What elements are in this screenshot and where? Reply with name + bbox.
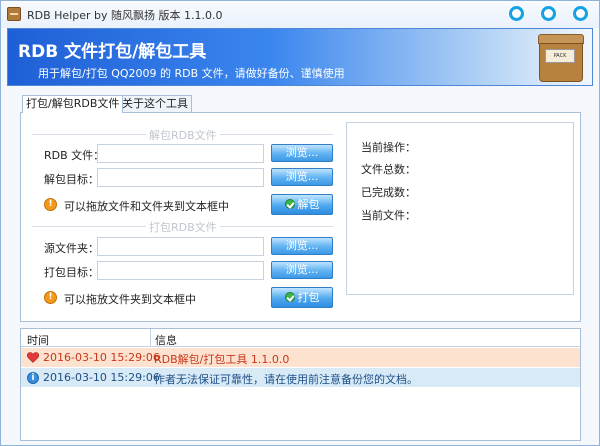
log-list[interactable]: 时间 信息 2016-03-10 15:29:06 RDB解包/打包工具 1.1… (20, 328, 581, 441)
close-button[interactable] (573, 6, 588, 21)
check-icon (284, 292, 295, 302)
log-row[interactable]: 2016-03-10 15:29:06 RDB解包/打包工具 1.1.0.0 (21, 348, 580, 367)
unpack-target-label: 解包目标： (44, 173, 99, 186)
browse-rdb-file-button[interactable]: 浏览... (271, 144, 333, 162)
source-folder-input[interactable] (97, 237, 264, 256)
header-banner: RDB 文件打包/解包工具 用于解包/打包 QQ2009 的 RDB 文件，请做… (7, 28, 593, 86)
check-icon (284, 199, 295, 209)
current-file-label: 当前文件： (361, 209, 416, 222)
log-message: 作者无法保证可靠性，请在使用前注意备份您的文档。 (154, 373, 418, 386)
total-files-label: 文件总数： (361, 163, 416, 176)
rdb-file-label: RDB 文件： (44, 149, 105, 162)
unpack-section-title: 解包RDB文件 (146, 127, 220, 143)
banner-subtitle: 用于解包/打包 QQ2009 的 RDB 文件，请做好备份、谨慎使用 (38, 67, 345, 80)
minimize-button[interactable] (509, 6, 524, 21)
maximize-button[interactable] (541, 6, 556, 21)
pack-target-input[interactable] (97, 261, 264, 280)
rdb-file-input[interactable] (97, 144, 264, 163)
source-folder-label: 源文件夹： (44, 242, 99, 255)
banner-title: RDB 文件打包/解包工具 (18, 42, 207, 62)
app-window: RDB Helper by 随风飘扬 版本 1.1.0.0 RDB 文件打包/解… (0, 0, 600, 446)
pack-hint-text: 可以拖放文件夹到文本框中 (64, 293, 196, 306)
log-time: 2016-03-10 15:29:06 (43, 351, 160, 364)
completed-count-label: 已完成数： (361, 186, 416, 199)
hint-icon: ! (44, 198, 57, 211)
info-icon: i (27, 372, 39, 384)
pack-section-title: 打包RDB文件 (146, 219, 220, 235)
log-header: 时间 信息 (21, 329, 580, 347)
unpack-button[interactable]: 解包 (271, 194, 333, 215)
browse-unpack-target-button[interactable]: 浏览... (271, 168, 333, 186)
tab-about[interactable]: 关于这个工具 (118, 95, 192, 112)
unpack-hint-text: 可以拖放文件和文件夹到文本框中 (64, 200, 229, 213)
log-time: 2016-03-10 15:29:06 (43, 371, 160, 384)
browse-pack-target-button[interactable]: 浏览... (271, 261, 333, 279)
window-title: RDB Helper by 随风飘扬 版本 1.1.0.0 (27, 9, 223, 22)
tab-pack-unpack[interactable]: 打包/解包RDB文件 (22, 95, 124, 113)
current-operation-label: 当前操作： (361, 141, 416, 154)
hint-icon: ! (44, 291, 57, 304)
package-box-icon: PACK ARCHIVE (538, 34, 584, 82)
pack-target-label: 打包目标： (44, 266, 99, 279)
app-icon (7, 7, 21, 21)
unpack-target-input[interactable] (97, 168, 264, 187)
pack-button[interactable]: 打包 (271, 287, 333, 308)
log-message: RDB解包/打包工具 1.1.0.0 (154, 353, 290, 366)
column-header-time[interactable]: 时间 (27, 332, 49, 348)
title-bar[interactable]: RDB Helper by 随风飘扬 版本 1.1.0.0 (1, 1, 599, 28)
browse-source-folder-button[interactable]: 浏览... (271, 237, 333, 255)
heart-icon (27, 352, 39, 363)
log-row[interactable]: i 2016-03-10 15:29:06 作者无法保证可靠性，请在使用前注意备… (21, 368, 580, 387)
column-header-info[interactable]: 信息 (155, 332, 177, 348)
